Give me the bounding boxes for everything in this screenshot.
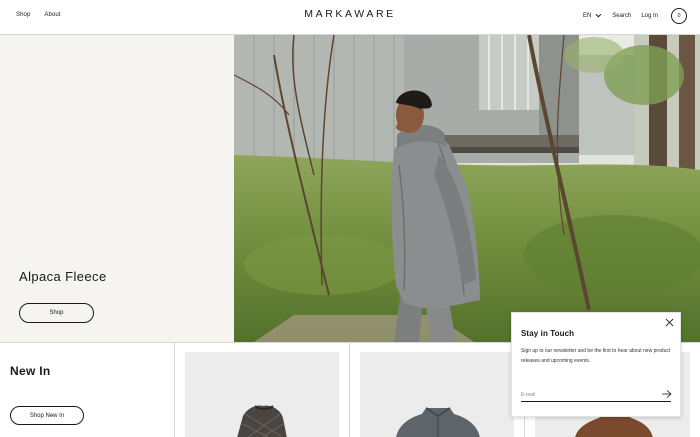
- login-link[interactable]: Log In: [641, 13, 658, 19]
- hero-image: [234, 35, 700, 342]
- language-label: EN: [582, 13, 592, 19]
- shop-new-in-button[interactable]: Shop New In: [10, 406, 84, 425]
- product-card[interactable]: [175, 343, 350, 437]
- product-image: [185, 352, 339, 437]
- cart-icon[interactable]: 0: [671, 8, 687, 24]
- product-card[interactable]: [350, 343, 525, 437]
- newsletter-popup: Stay in Touch Sign up to our newsletter …: [511, 312, 681, 417]
- newsletter-title: Stay in Touch: [521, 329, 575, 338]
- new-in-panel: New In Shop New In: [0, 343, 175, 437]
- search-link[interactable]: Search: [612, 13, 631, 19]
- newsletter-description: Sign up to our newsletter and be the fir…: [521, 348, 671, 364]
- close-icon[interactable]: [665, 318, 674, 327]
- product-image: [360, 352, 514, 437]
- arrow-right-icon[interactable]: [662, 390, 672, 398]
- utility-nav: EN Search Log In 0: [583, 8, 687, 24]
- cart-count: 0: [677, 13, 681, 19]
- chevron-down-icon: [595, 11, 602, 18]
- email-field[interactable]: [521, 389, 671, 402]
- language-selector[interactable]: EN: [582, 11, 602, 19]
- hero-shop-button[interactable]: Shop: [19, 303, 94, 323]
- new-in-title: New In: [10, 364, 51, 378]
- hero-title: Alpaca Fleece: [19, 269, 107, 284]
- site-header: Shop About MARKAWARE EN Search Log In 0: [0, 0, 700, 35]
- hero-text-panel: Alpaca Fleece Shop: [0, 35, 234, 342]
